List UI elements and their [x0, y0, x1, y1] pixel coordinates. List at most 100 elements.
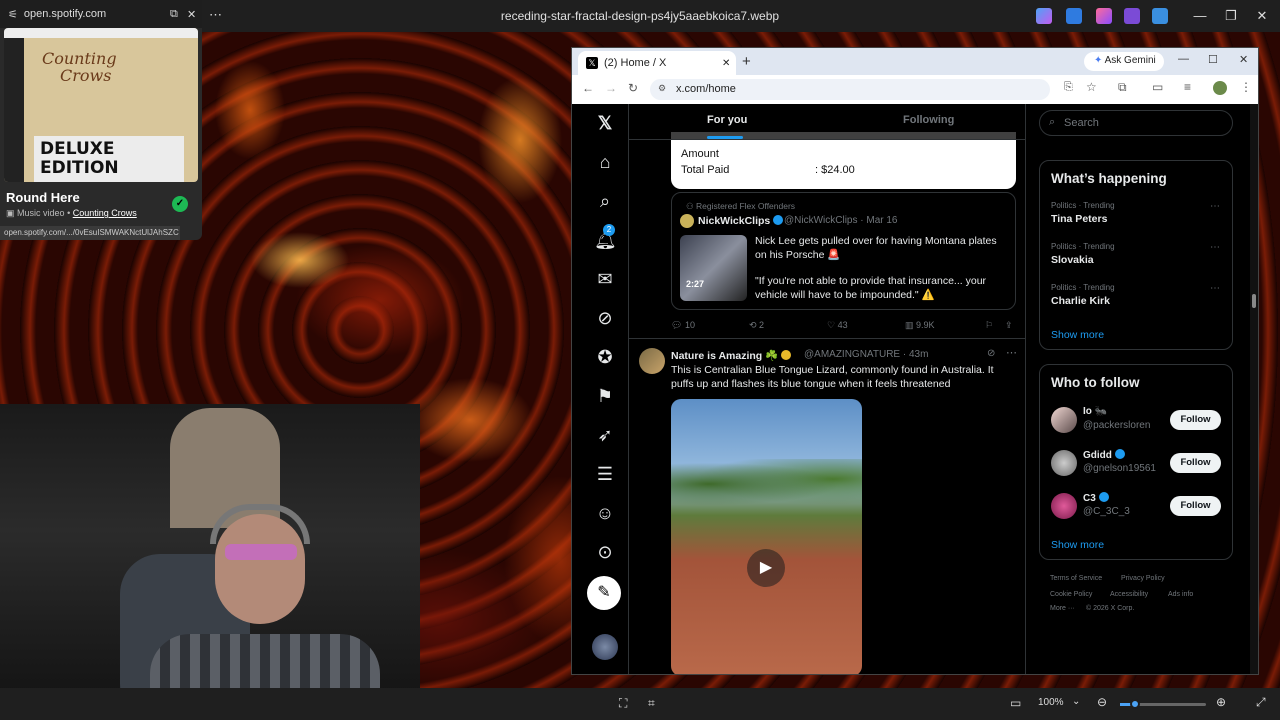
like-button[interactable]: ♡ 43	[827, 320, 848, 331]
tab-following[interactable]: Following	[903, 114, 954, 126]
tab-close-icon[interactable]: ✕	[722, 58, 730, 69]
cloud-icon[interactable]	[1152, 8, 1168, 24]
lists-icon[interactable]: ☰	[594, 463, 616, 485]
menu-icon[interactable]: ⋮	[1240, 80, 1252, 94]
browser-maximize-icon[interactable]: ☐	[1208, 53, 1218, 66]
browser-close-icon[interactable]: ✕	[1239, 53, 1248, 66]
follow-button-1[interactable]: Follow	[1170, 410, 1221, 430]
suggested-name-3[interactable]: C3	[1083, 492, 1109, 504]
suggested-avatar-3[interactable]	[1051, 493, 1077, 519]
trend-more-icon-1[interactable]: ⋯	[1210, 201, 1220, 212]
quoted-post[interactable]: ⚇ Registered Flex Offenders NickWickClip…	[671, 192, 1016, 310]
profile-avatar[interactable]	[1213, 81, 1227, 95]
zoom-slider[interactable]	[1120, 699, 1206, 709]
ocr-icon[interactable]: ⌗	[648, 696, 655, 711]
bookmark-icon[interactable]: ⚐	[985, 320, 993, 331]
install-icon[interactable]: ⎘	[1064, 81, 1073, 94]
premium-icon[interactable]: ✪	[594, 346, 616, 368]
cast-icon[interactable]: ▭	[1152, 80, 1163, 94]
trend-name-2[interactable]: Slovakia	[1051, 254, 1094, 266]
follow-show-more-link[interactable]: Show more	[1051, 539, 1104, 551]
footer-more[interactable]: More ···	[1050, 605, 1075, 612]
minimize-icon[interactable]: —	[1188, 6, 1212, 26]
fullscreen-icon[interactable]: ⤢	[1256, 695, 1266, 710]
grok-icon[interactable]: ⊘	[594, 307, 616, 329]
repost-button[interactable]: ⟲ 2	[749, 320, 764, 331]
ask-gemini-button[interactable]: ✦ Ask Gemini	[1084, 52, 1164, 71]
zoom-dropdown-icon[interactable]: ⌄	[1072, 696, 1080, 707]
zoom-out-icon[interactable]: ⊖	[1097, 695, 1107, 709]
quote-video-thumbnail[interactable]: 2:27	[680, 235, 747, 301]
reply-button[interactable]: 💬︎ 10	[671, 320, 695, 331]
spotify-close-icon[interactable]: ✕	[187, 8, 196, 21]
back-icon[interactable]: ←	[582, 81, 594, 95]
bookmark-star-icon[interactable]: ☆	[1086, 80, 1097, 94]
suggested-avatar-1[interactable]	[1051, 407, 1077, 433]
follow-button-2[interactable]: Follow	[1170, 453, 1221, 473]
bookmarks-icon[interactable]: ⚑	[594, 385, 616, 407]
footer-cookie[interactable]: Cookie Policy	[1050, 591, 1092, 598]
tweet-video[interactable]: ▶	[671, 399, 862, 674]
tweet-author-avatar[interactable]	[639, 348, 665, 374]
album-art[interactable]: Counting Crows DELUXE EDITION	[4, 28, 198, 182]
trends-show-more-link[interactable]: Show more	[1051, 329, 1104, 341]
tab-for-you[interactable]: For you	[707, 114, 747, 126]
tweet-author-name[interactable]: Nature is Amazing ☘️	[671, 349, 792, 362]
reading-list-icon[interactable]: ≡	[1184, 80, 1191, 94]
scrollbar-thumb[interactable]	[1252, 294, 1256, 308]
footer-privacy[interactable]: Privacy Policy	[1121, 575, 1165, 582]
post-button[interactable]: ✎	[587, 576, 621, 610]
suggested-avatar-2[interactable]	[1051, 450, 1077, 476]
zoom-in-icon[interactable]: ⊕	[1216, 695, 1226, 709]
views-button[interactable]: ▥ 9.9K	[905, 320, 935, 331]
share-icon[interactable]: ⇪	[1005, 320, 1013, 331]
copilot-icon[interactable]	[1036, 8, 1052, 24]
close-icon[interactable]: ✕	[1250, 6, 1274, 26]
saved-check-icon[interactable]: ✓	[172, 196, 188, 212]
zoom-slider-thumb[interactable]	[1130, 699, 1140, 709]
pip-icon[interactable]: ⧉	[170, 8, 178, 21]
browser-minimize-icon[interactable]: —	[1178, 53, 1189, 65]
receipt-image[interactable]: Amount Total Paid : $24.00	[671, 132, 1016, 189]
trend-more-icon-2[interactable]: ⋯	[1210, 242, 1220, 253]
quote-author-avatar[interactable]	[680, 214, 694, 228]
jobs-rocket-icon[interactable]: ➶	[594, 424, 616, 446]
more-circle-icon[interactable]: ⊙	[594, 541, 616, 563]
grok-tweet-icon[interactable]: ⊘	[987, 348, 995, 359]
footer-accessibility[interactable]: Accessibility	[1110, 591, 1148, 598]
track-title[interactable]: Round Here	[6, 190, 80, 205]
page-scrollbar[interactable]	[1250, 104, 1258, 674]
suggested-name-1[interactable]: Io 🐜	[1083, 406, 1107, 417]
explore-search-icon[interactable]: ⌕	[594, 190, 616, 212]
footer-terms[interactable]: Terms of Service	[1050, 575, 1102, 582]
messages-icon[interactable]: ✉	[594, 268, 616, 290]
app-icon-1[interactable]	[1066, 8, 1082, 24]
x-logo-icon[interactable]: 𝕏	[594, 112, 616, 134]
app-icon-2[interactable]	[1096, 8, 1112, 24]
trend-name-1[interactable]: Tina Peters	[1051, 213, 1107, 225]
new-tab-icon[interactable]: +	[742, 53, 751, 70]
extensions-icon[interactable]: ⧉	[1118, 80, 1127, 95]
more-options-icon[interactable]: ⋯	[209, 7, 225, 23]
play-icon[interactable]: ▶	[747, 549, 785, 587]
trend-more-icon-3[interactable]: ⋯	[1210, 283, 1220, 294]
account-avatar[interactable]	[592, 634, 618, 660]
crop-icon[interactable]: ⛶	[619, 696, 627, 711]
profile-icon[interactable]: ☺	[594, 502, 616, 524]
fit-screen-icon[interactable]: ▭	[1010, 696, 1021, 710]
app-icon-3[interactable]	[1124, 8, 1140, 24]
quote-author-name[interactable]: NickWickClips	[698, 215, 784, 227]
footer-ads-info[interactable]: Ads info	[1168, 591, 1193, 598]
home-icon[interactable]: ⌂	[594, 151, 616, 173]
url-field[interactable]: ⚙ x.com/home	[650, 79, 1050, 100]
follow-button-3[interactable]: Follow	[1170, 496, 1221, 516]
site-info-icon[interactable]: ⚙	[658, 83, 666, 94]
suggested-name-2[interactable]: Gdidd	[1083, 449, 1125, 461]
search-input[interactable]: ⌕ Search	[1039, 110, 1233, 136]
tab-x-home[interactable]: 𝕏 (2) Home / X ✕	[578, 51, 736, 75]
forward-icon[interactable]: →	[605, 81, 617, 95]
reload-icon[interactable]: ↻	[628, 81, 638, 95]
artist-link[interactable]: Counting Crows	[73, 208, 137, 218]
trend-name-3[interactable]: Charlie Kirk	[1051, 295, 1110, 307]
maximize-icon[interactable]: ❐	[1219, 6, 1243, 26]
